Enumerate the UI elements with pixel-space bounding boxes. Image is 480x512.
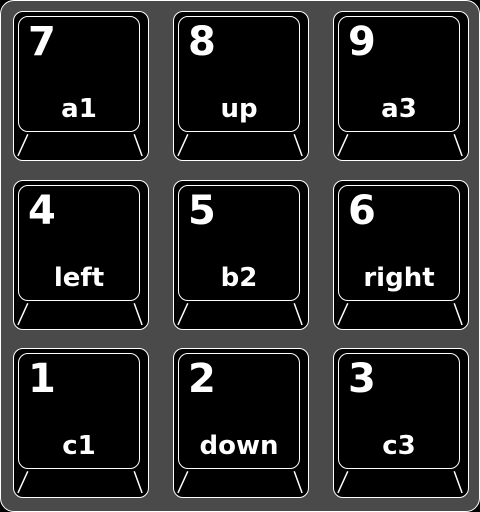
key-number: 9 [348,19,376,65]
key-5[interactable]: 5 b2 [173,180,309,330]
numeric-keypad: 7 a1 8 up 9 a3 4 left 5 b2 6 right 1 c1 … [0,0,480,512]
key-9[interactable]: 9 a3 [333,11,469,161]
key-label: a1 [61,94,97,124]
key-number: 8 [188,19,216,65]
key-label: c1 [62,431,96,461]
key-number: 7 [28,19,56,65]
key-label: b2 [220,263,258,293]
key-3[interactable]: 3 c3 [333,348,469,498]
key-label: up [220,94,258,124]
key-number: 4 [28,188,56,234]
key-1[interactable]: 1 c1 [13,348,149,498]
key-2[interactable]: 2 down [173,348,309,498]
key-label: down [199,431,279,461]
key-label: c3 [382,431,416,461]
key-label: a3 [381,94,417,124]
key-number: 6 [348,188,376,234]
key-number: 1 [28,356,56,402]
key-number: 2 [188,356,216,402]
key-8[interactable]: 8 up [173,11,309,161]
key-number: 5 [188,188,216,234]
key-7[interactable]: 7 a1 [13,11,149,161]
key-4[interactable]: 4 left [13,180,149,330]
key-number: 3 [348,356,376,402]
key-label: right [363,263,435,293]
key-6[interactable]: 6 right [333,180,469,330]
key-label: left [53,263,105,293]
